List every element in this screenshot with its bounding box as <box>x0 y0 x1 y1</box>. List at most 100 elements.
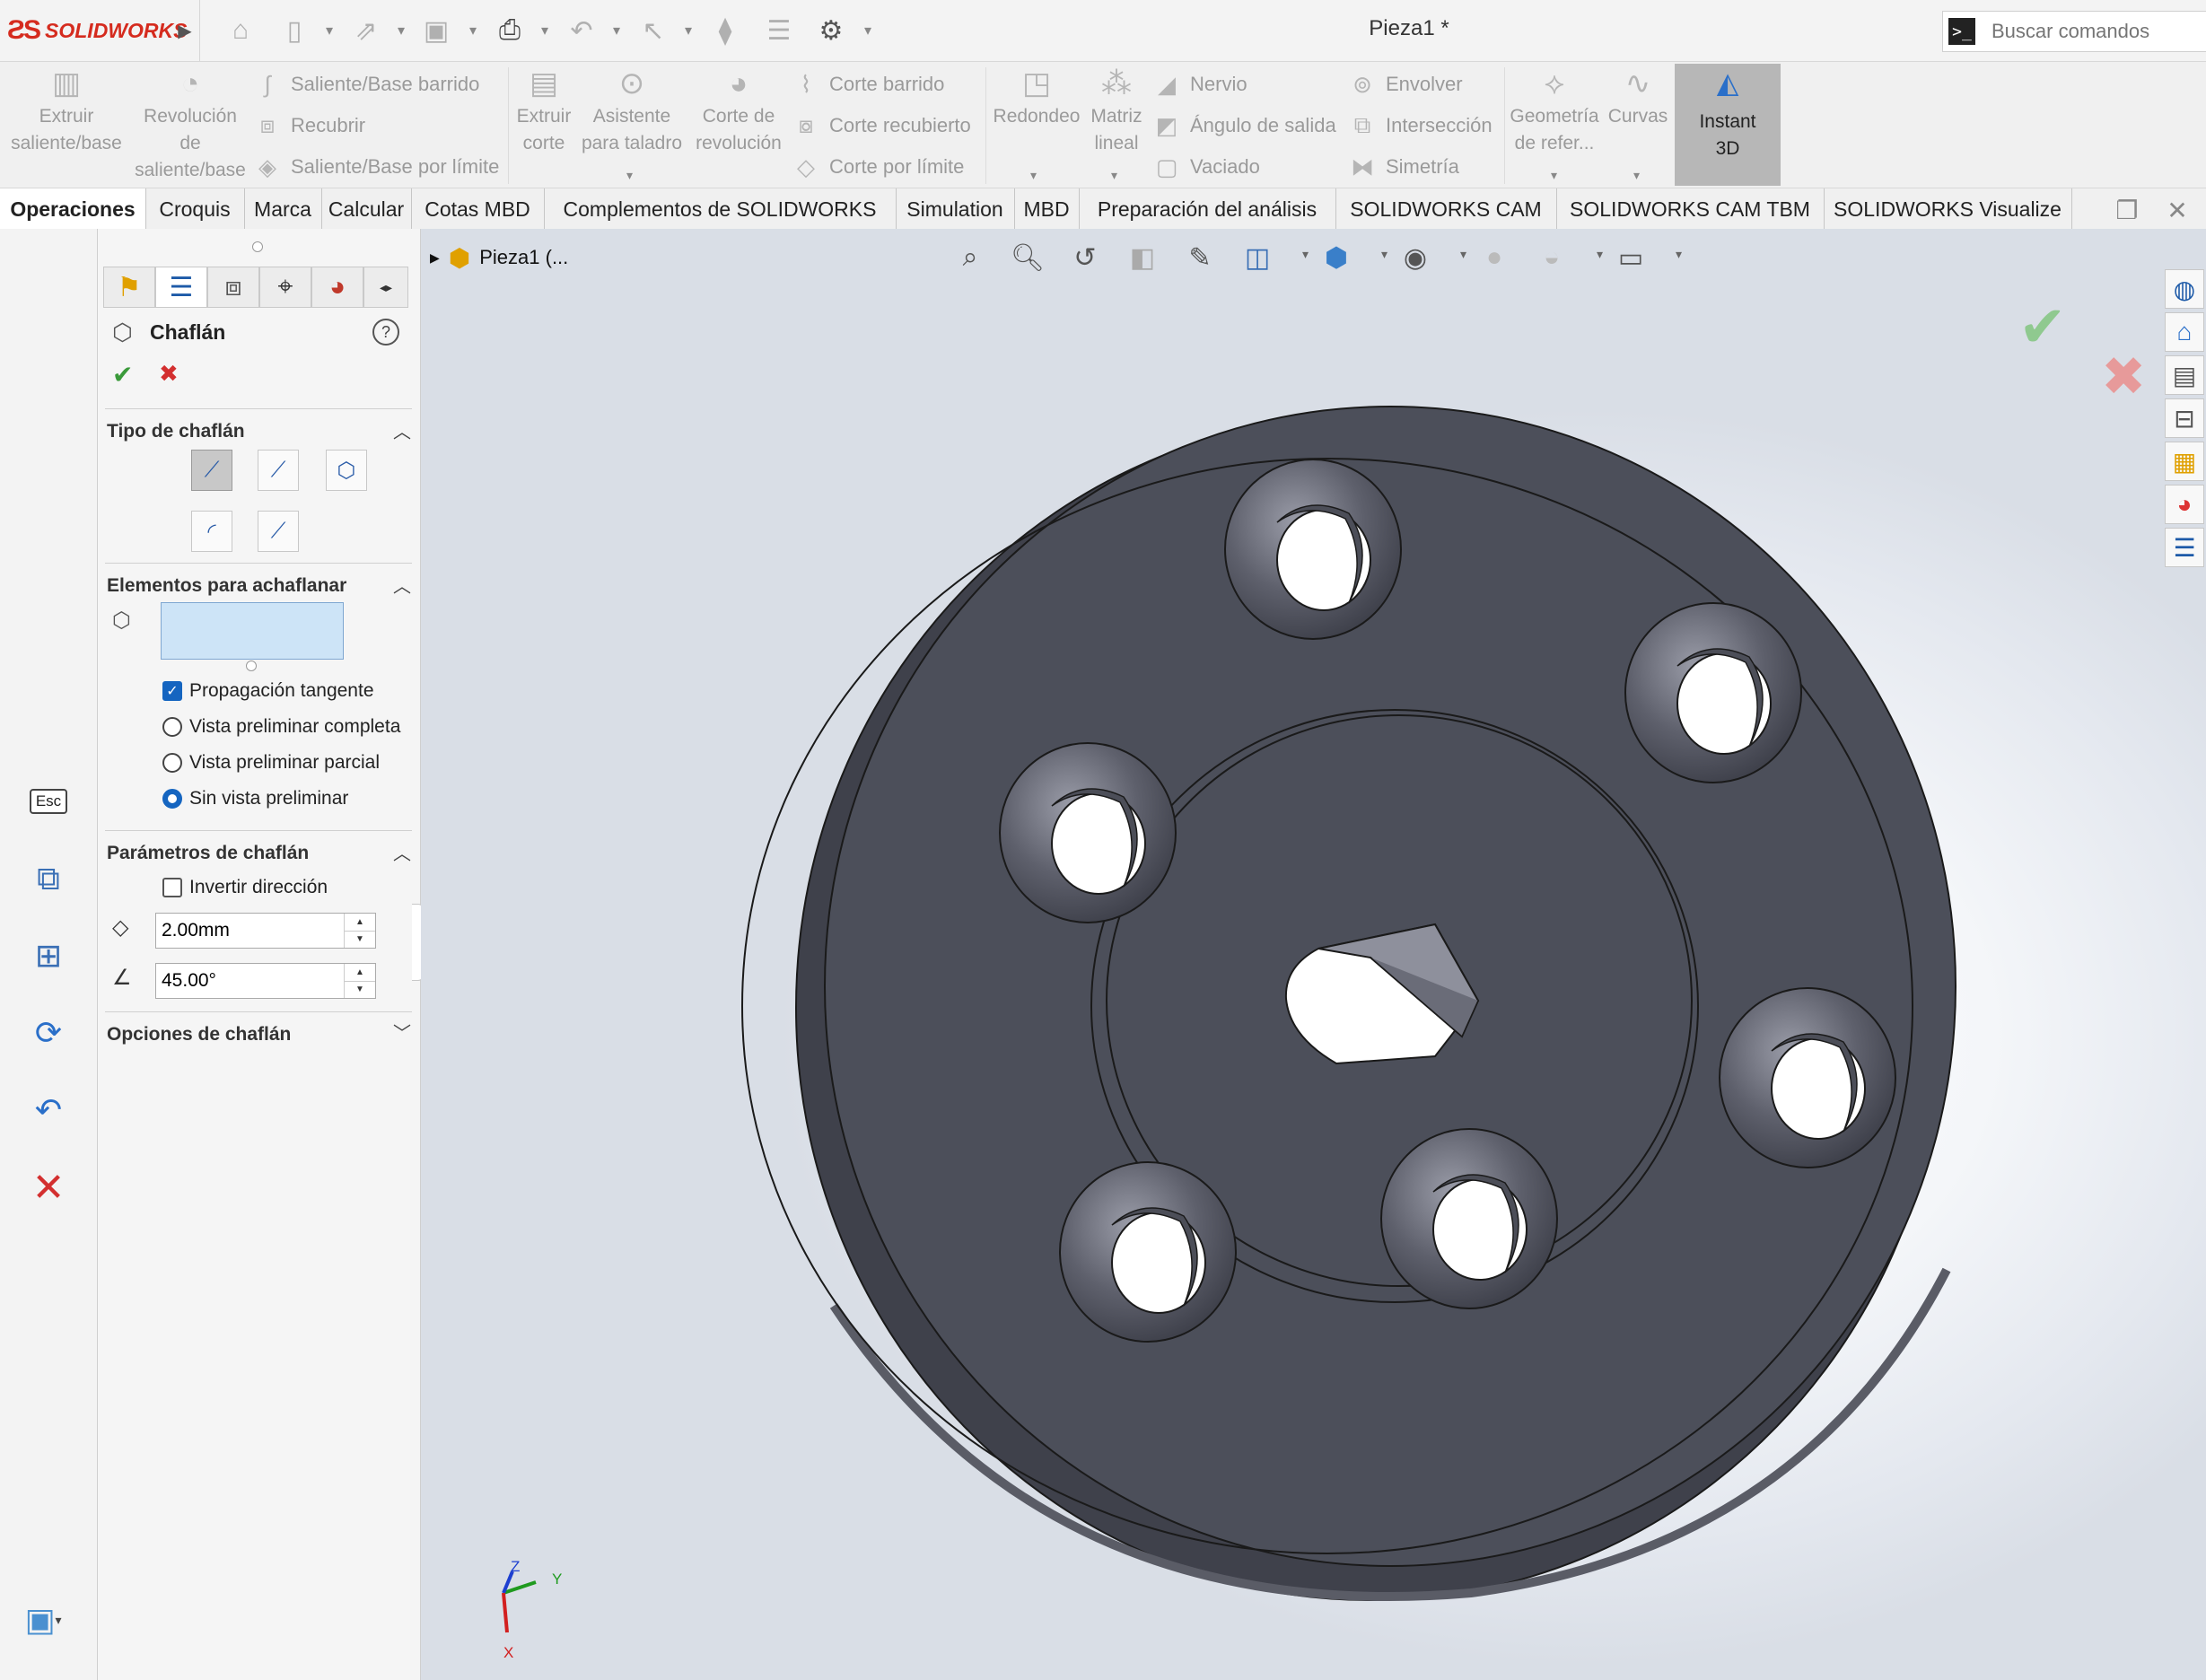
boundary-boss-button[interactable]: ◈ Saliente/Base por límite <box>253 149 499 185</box>
new-document-icon[interactable]: ▯ <box>276 13 312 48</box>
chamfer-options-header[interactable]: Opciones de chaflán <box>107 1024 291 1046</box>
items-selection-box[interactable] <box>161 602 344 660</box>
tab-calcular[interactable]: Calcular <box>321 188 412 230</box>
collapse-chevron-icon[interactable]: ︿ <box>393 839 411 865</box>
view-selection-icon[interactable]: ⧉ <box>27 857 70 900</box>
angle-field[interactable]: ▲▼ <box>155 963 376 999</box>
vertex-type-button[interactable]: ⬡ <box>326 450 367 491</box>
extrude-boss-button[interactable]: ▥ Extruir saliente/base <box>0 62 133 157</box>
tangent-propagation-option[interactable]: ✓ Propagación tangente <box>162 678 374 704</box>
loft-cut-button[interactable]: ⧇ Corte recubierto <box>792 108 971 144</box>
hole-wizard-dropdown-icon[interactable]: ▾ <box>626 168 633 183</box>
no-preview-radio[interactable] <box>162 789 182 809</box>
hole-wizard-button[interactable]: ⊙ Asistente para taladro <box>576 62 687 157</box>
distance-spinner[interactable]: ▲ ▼ <box>344 914 375 948</box>
boundary-cut-button[interactable]: ◇ Corte por límite <box>792 149 964 185</box>
curves-button[interactable]: ∿ Curvas <box>1603 62 1673 130</box>
counterbored-hole[interactable] <box>999 742 1177 923</box>
distance-input[interactable] <box>160 919 343 942</box>
intersect-button[interactable]: ⧉ Intersección <box>1348 108 1493 144</box>
reverse-direction-option[interactable]: Invertir dirección <box>162 874 328 901</box>
tab-solidworks-cam-tbm[interactable]: SOLIDWORKS CAM TBM <box>1556 188 1825 230</box>
collapse-chevron-icon[interactable]: ︿ <box>393 572 411 598</box>
select-dropdown-icon[interactable]: ▾ <box>680 20 696 41</box>
expand-chevron-icon[interactable]: ﹀ <box>393 1019 411 1045</box>
file-properties-icon[interactable]: ☰ <box>761 13 797 48</box>
help-icon[interactable]: ? <box>372 319 399 346</box>
close-document-icon[interactable]: ✕ <box>2163 196 2192 224</box>
feature-manager-tab-icon[interactable]: ⚑ <box>103 267 155 308</box>
collapse-chevron-icon[interactable]: ︿ <box>393 417 411 443</box>
print-dropdown-icon[interactable]: ▾ <box>537 20 553 41</box>
menu-expand-icon[interactable]: ▶ <box>167 13 203 48</box>
dimxpert-tab-icon[interactable]: ⌖ <box>259 267 311 308</box>
ok-check-icon[interactable]: ✔ <box>112 360 133 389</box>
fillet-dropdown-icon[interactable]: ▾ <box>1030 168 1037 183</box>
shell-button[interactable]: ▢ Vaciado <box>1152 149 1260 185</box>
new-dropdown-icon[interactable]: ▾ <box>321 20 337 41</box>
display-manager-tab-icon[interactable]: ◕ <box>311 267 363 308</box>
swept-boss-button[interactable]: ∫ Saliente/Base barrido <box>253 66 479 102</box>
swept-cut-button[interactable]: ⌇ Corte barrido <box>792 66 945 102</box>
undo-icon[interactable]: ↶ <box>564 13 600 48</box>
counterbored-hole[interactable] <box>1624 602 1802 783</box>
partial-preview-option[interactable]: Vista preliminar parcial <box>162 749 380 776</box>
spin-down-icon[interactable]: ▼ <box>345 932 375 949</box>
solidworks-logo[interactable]: ƧS SOLIDWORKS <box>7 11 187 50</box>
tab-solidworks-visualize[interactable]: SOLIDWORKS Visualize <box>1824 188 2072 230</box>
tab-croquis[interactable]: Croquis <box>145 188 245 230</box>
rebuild-lock-icon[interactable]: ⟳ <box>27 1011 70 1054</box>
esc-button[interactable]: Esc <box>27 780 70 823</box>
instant3d-button[interactable]: ◭ Instant 3D <box>1675 64 1781 186</box>
offset-face-type-button[interactable]: ◜ <box>191 511 232 552</box>
tab-scroll-arrows-icon[interactable]: ◂▸ <box>363 267 408 308</box>
full-preview-option[interactable]: Vista preliminar completa <box>162 713 400 740</box>
rebuild-icon[interactable]: ⧫ <box>707 13 743 48</box>
tab-operaciones[interactable]: Operaciones <box>0 188 146 230</box>
print-icon[interactable]: ⎙ <box>492 13 528 48</box>
options-icon[interactable]: ⚙ <box>813 13 849 48</box>
select-tool-icon[interactable]: ⊞ <box>27 934 70 977</box>
loft-boss-button[interactable]: ⧈ Recubrir <box>253 108 365 144</box>
reverse-direction-checkbox[interactable] <box>162 878 182 897</box>
wrap-button[interactable]: ⊚ Envolver <box>1348 66 1463 102</box>
cancel-left-icon[interactable]: ✕ <box>27 1166 70 1210</box>
part-model[interactable]: Y Z X <box>421 229 2206 1680</box>
chamfer-type-header[interactable]: Tipo de chaflán <box>107 421 245 442</box>
reference-geometry-button[interactable]: ⟡ Geometría de refer... <box>1506 62 1603 157</box>
partial-preview-radio[interactable] <box>162 753 182 773</box>
angle-spinner[interactable]: ▲ ▼ <box>344 964 375 998</box>
selection-box-resize-handle[interactable] <box>246 661 257 671</box>
counterbored-hole[interactable] <box>1380 1128 1558 1309</box>
command-search[interactable]: >_ <box>1942 11 2206 52</box>
display-style-icon[interactable]: ▣ ▾ <box>22 1598 65 1641</box>
tab-mbd[interactable]: MBD <box>1014 188 1080 230</box>
home-icon[interactable]: ⌂ <box>223 13 258 48</box>
spin-down-icon[interactable]: ▼ <box>345 982 375 999</box>
rib-button[interactable]: ◢ Nervio <box>1152 66 1247 102</box>
pattern-dropdown-icon[interactable]: ▾ <box>1111 168 1117 183</box>
cancel-x-icon[interactable]: ✖ <box>159 360 179 388</box>
undo-left-icon[interactable]: ↶ <box>27 1089 70 1132</box>
linear-pattern-button[interactable]: ⁂ Matriz lineal <box>1082 62 1151 157</box>
counterbored-hole[interactable] <box>1059 1161 1237 1343</box>
tab-preparacion-analisis[interactable]: Preparación del análisis <box>1079 188 1336 230</box>
configuration-manager-tab-icon[interactable]: ⧈ <box>207 267 259 308</box>
distance-field[interactable]: ▲▼ <box>155 913 376 949</box>
revolve-cut-button[interactable]: ◕ Corte de revolución <box>689 62 788 157</box>
options-dropdown-icon[interactable]: ▾ <box>860 20 876 41</box>
property-manager-tab-icon[interactable]: ☰ <box>155 267 207 308</box>
chamfer-parameters-header[interactable]: Parámetros de chaflán <box>107 843 309 864</box>
angle-input[interactable] <box>160 969 343 993</box>
tab-complementos[interactable]: Complementos de SOLIDWORKS <box>544 188 897 230</box>
tab-simulation[interactable]: Simulation <box>896 188 1015 230</box>
counterbored-hole[interactable] <box>1719 987 1896 1168</box>
tangent-propagation-checkbox[interactable]: ✓ <box>162 681 182 701</box>
restore-window-icon[interactable]: ❐ <box>2113 196 2141 224</box>
graphics-area[interactable]: ▶ ⬢ Pieza1 (... ⌕ 🔍︎ ↺ ◧ ✎ ◫ ▾ ⬢ ▾ ◉ ▾ ●… <box>421 229 2206 1680</box>
save-icon[interactable]: ▣ <box>418 13 454 48</box>
full-preview-radio[interactable] <box>162 717 182 737</box>
mirror-button[interactable]: ⧓ Simetría <box>1348 149 1459 185</box>
save-dropdown-icon[interactable]: ▾ <box>465 20 481 41</box>
panel-splitter-handle[interactable] <box>252 241 263 252</box>
